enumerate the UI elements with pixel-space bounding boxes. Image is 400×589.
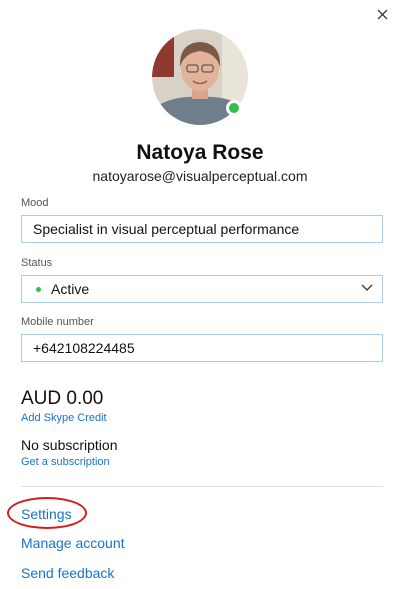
settings-link[interactable]: Settings [21, 506, 72, 522]
manage-account-link[interactable]: Manage account [21, 535, 125, 551]
mood-value: Specialist in visual perceptual performa… [33, 221, 300, 237]
presence-indicator [226, 100, 242, 116]
status-label: Status [21, 257, 53, 269]
status-dropdown[interactable]: Active [21, 275, 383, 303]
profile-email: natoyarose@visualperceptual.com [92, 168, 308, 184]
add-skype-credit-link[interactable]: Add Skype Credit [21, 412, 107, 424]
profile-panel: Natoya Rose natoyarose@visualperceptual.… [0, 0, 400, 589]
send-feedback-link[interactable]: Send feedback [21, 565, 114, 581]
chevron-down-icon [361, 284, 373, 291]
mobile-label: Mobile number [21, 316, 94, 328]
divider [21, 486, 383, 487]
status-value: Active [51, 281, 90, 297]
mobile-number-field[interactable]: +642108224485 [21, 334, 383, 362]
mood-label: Mood [21, 197, 49, 209]
close-button[interactable] [374, 6, 390, 22]
close-icon [377, 9, 387, 19]
get-subscription-link[interactable]: Get a subscription [21, 456, 110, 468]
profile-name: Natoya Rose [136, 141, 264, 164]
avatar-container[interactable] [152, 29, 248, 125]
mood-field[interactable]: Specialist in visual perceptual performa… [21, 215, 383, 243]
subscription-status: No subscription [21, 437, 118, 453]
mobile-value: +642108224485 [33, 340, 135, 356]
credit-balance: AUD 0.00 [21, 388, 104, 409]
status-dot-icon [36, 286, 41, 292]
